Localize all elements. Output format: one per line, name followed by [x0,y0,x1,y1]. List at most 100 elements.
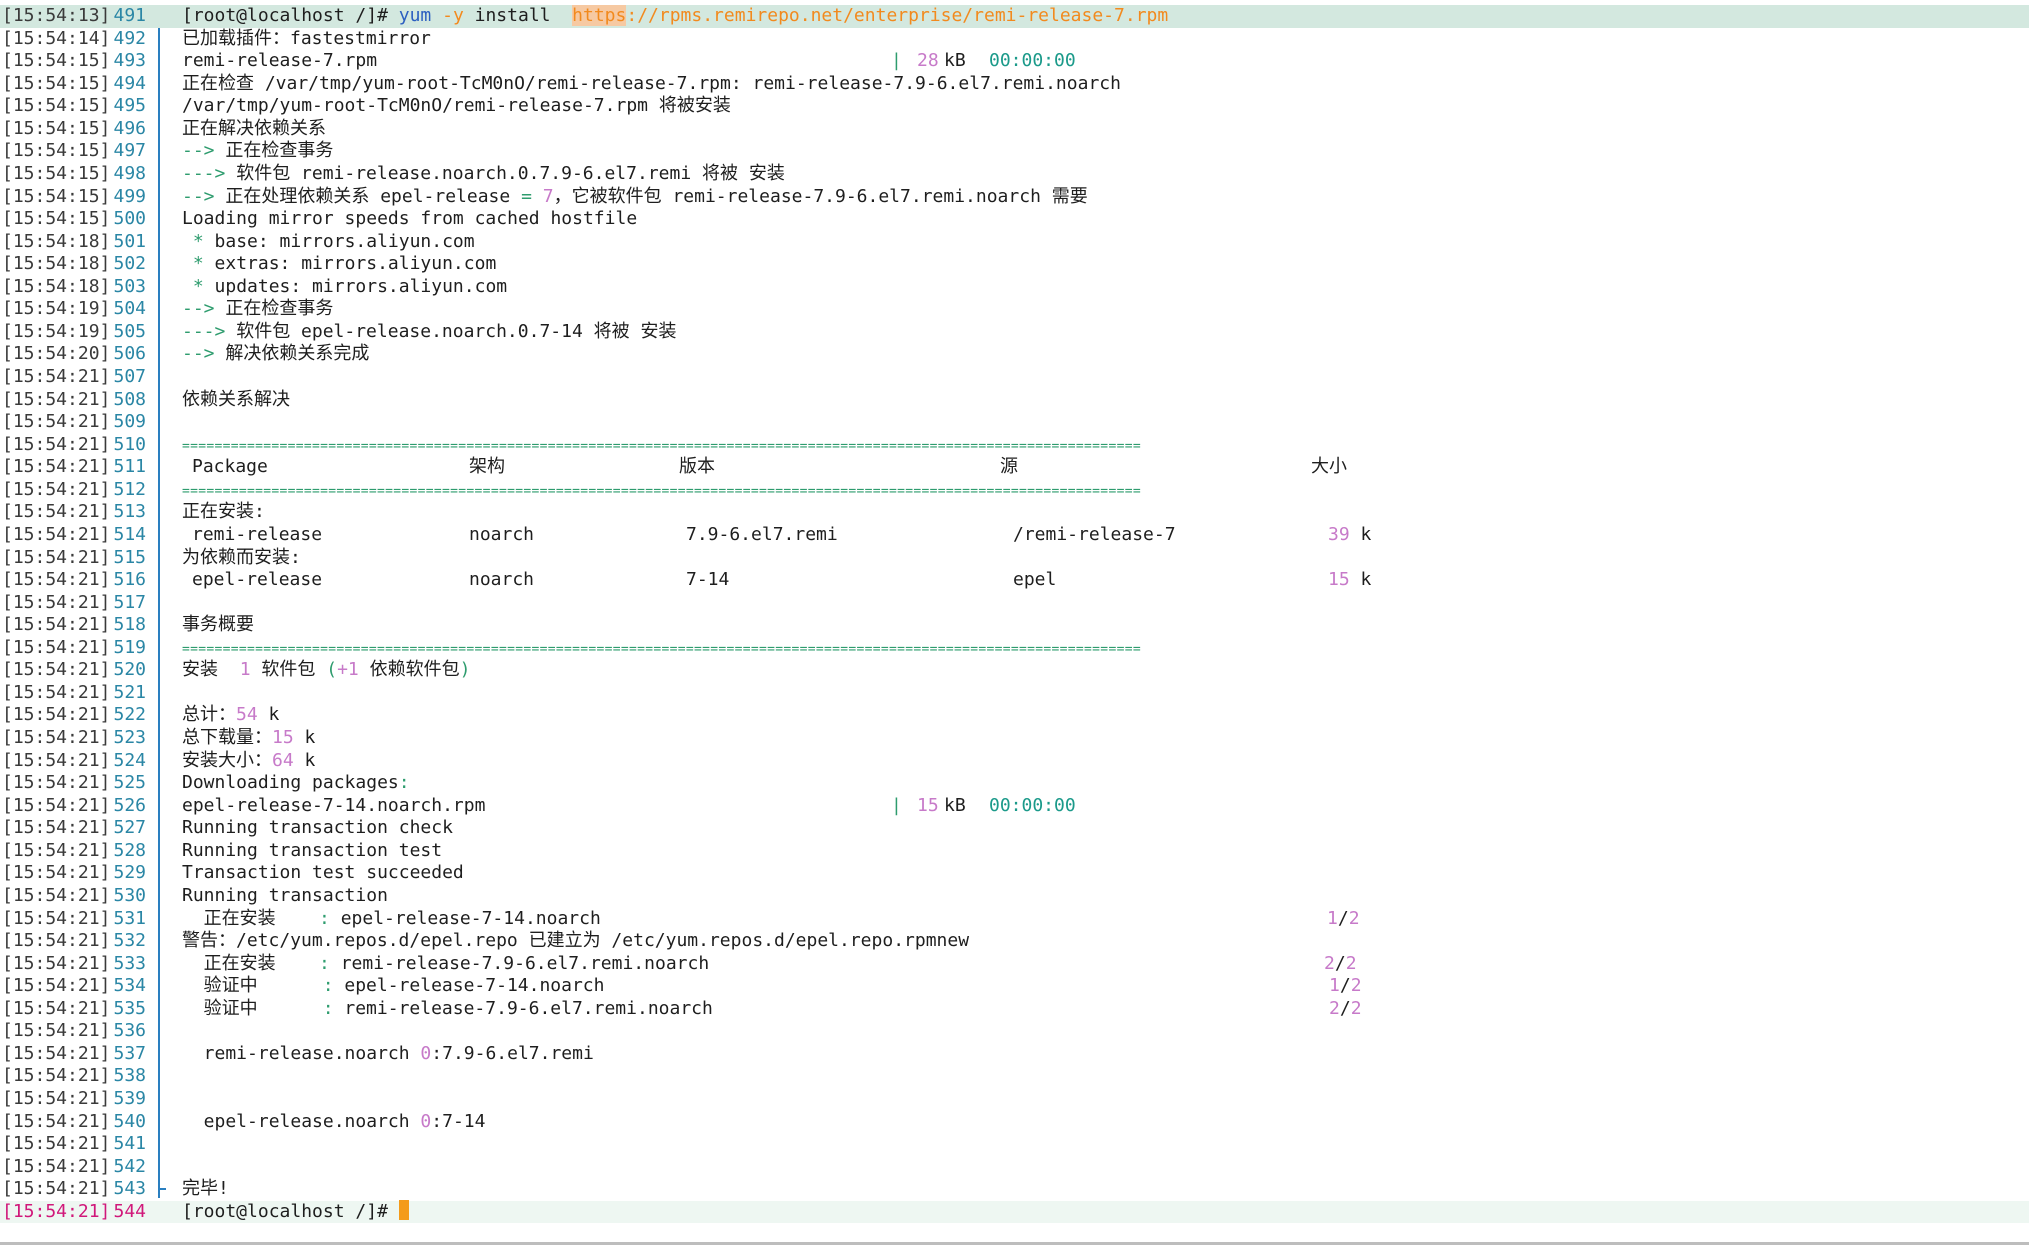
paren: ) [459,659,471,681]
line-text: 正在检查 /var/tmp/yum-root-TcM0nO/remi-relea… [182,72,1121,94]
column-cell: 39 k [1328,524,1371,547]
terminal-line: [15:54:21] 517 [0,592,2029,615]
line-text: 完毕! [182,1178,229,1200]
shell-prompt: [root@localhost /]# [182,5,399,26]
log-text: 解决依赖关系完成 [214,343,370,365]
terminal-cursor[interactable] [398,1200,409,1221]
step-slash: / [1339,975,1351,997]
line-content: --> 正在检查事务 [182,140,333,163]
line-timestamp: [15:54:21] [2,817,111,839]
line-number: 493 [113,50,146,72]
command-flag: -y [442,5,464,26]
terminal-line: [15:54:21] 533 正在安装 : remi-release-7.9-6.… [0,953,2029,976]
line-content: Downloading packages: [182,772,410,795]
size-unit: k [293,727,316,748]
warning-text: 警告：/etc/yum.repos.d/epel.repo 已建立为 /etc/… [182,930,970,952]
log-text: 正在检查事务 [214,298,334,320]
terminal-line: [15:54:13] 491 [root@localhost /]# yum -y … [0,5,2029,28]
arrow-marker: --> [182,140,215,162]
line-number: 491 [113,5,146,26]
package-version: :7.9-6.el7.remi [431,1042,594,1064]
line-content: 警告：/etc/yum.repos.d/epel.repo 已建立为 /etc/… [182,930,969,953]
download-time: 00:00:00 [989,50,1076,72]
terminal-lines: [15:54:13] 491 [root@localhost /]# yum -y … [0,5,2029,1224]
line-timestamp: [15:54:21] [2,1200,111,1222]
bullet-star: * [192,275,204,297]
column-cell: epel [1013,569,1056,592]
line-number: 528 [113,839,146,861]
line-content: 正在安装 : remi-release-7.9-6.el7.remi.noarc… [182,952,1357,976]
line-timestamp: [15:54:21] [2,1020,111,1042]
separator-rule: ========================================… [182,438,1141,454]
line-number: 519 [113,636,146,658]
size-unit: k [293,749,316,771]
download-unit: kB [944,794,966,816]
line-content: 依赖关系解决 [182,389,290,412]
step-slash: / [1339,997,1351,1019]
line-number: 497 [113,140,146,162]
size-unit: k [257,704,280,726]
step-package: remi-release-7.9-6.el7.remi.noarch [333,997,713,1019]
line-number: 538 [113,1065,146,1087]
mirror-text: base: mirrors.aliyun.com [203,230,475,252]
line-timestamp: [15:54:15] [2,117,111,139]
version-number: 7 [542,185,554,207]
column-cell: 1/2 [1329,975,1362,998]
line-content: Running transaction [182,885,388,908]
line-number: 505 [113,320,146,342]
terminal-line: [15:54:21] 529 Transaction test succeeded [0,862,2029,885]
line-number: 495 [113,95,146,117]
line-content: --> 解决依赖关系完成 [182,343,369,366]
line-timestamp: [15:54:21] [2,681,111,703]
step-label: 验证中 [182,975,323,997]
column-cell: remi-release-7.rpm [182,50,377,73]
dependency-package: epel-release.noarch [182,1110,421,1132]
line-timestamp: [15:54:21] [2,388,111,410]
terminal-line: [15:54:21] 536 [0,1020,2029,1043]
line-timestamp: [15:54:20] [2,343,111,365]
line-timestamp: [15:54:15] [2,72,111,94]
column-cell: 架构 [469,456,505,479]
arrow-marker: ---> [182,162,226,184]
line-timestamp: [15:54:21] [2,1110,111,1132]
line-number: 511 [113,456,146,478]
terminal-line: [15:54:15] 497 --> 正在检查事务 [0,140,2029,163]
line-number: 524 [113,749,146,771]
colon: : [319,952,330,974]
line-content: --> 正在处理依赖关系 epel-release = 7，它被软件包 remi… [182,186,1088,209]
line-timestamp: [15:54:21] [2,997,111,1019]
line-timestamp: [15:54:18] [2,253,111,275]
terminal-line: [15:54:15] 494 正在检查 /var/tmp/yum-root-TcM0… [0,73,2029,96]
table-header-repo: 源 [1000,456,1018,478]
column-cell: 1/2 [1327,908,1360,931]
line-timestamp: [15:54:21] [2,501,111,523]
line-timestamp: [15:54:21] [2,727,111,748]
line-timestamp: [15:54:21] [2,366,111,387]
colon: : [322,975,334,997]
table-cell-unit: k [1360,569,1372,591]
line-content: 正在安装 : epel-release-7-14.noarch 1/2 [182,908,1360,931]
column-cell: kB [944,50,966,73]
terminal-line: [15:54:21] 515 为依赖而安装: [0,547,2029,570]
line-content: 安装 1 软件包 (+1 依赖软件包) [182,659,470,682]
line-content: 已加载插件：fastestmirror [182,28,431,51]
step-total: 2 [1350,997,1362,1019]
column-cell: 7.9-6.el7.remi [686,524,838,547]
step-package: epel-release-7-14.noarch [333,975,605,997]
terminal-line: [15:54:21] 507 [0,366,2029,389]
arrow-marker: ---> [182,320,226,342]
log-text: ，它被软件包 remi-release-7.9-6.el7.remi.noarc… [553,185,1088,207]
line-timestamp: [15:54:21] [2,975,111,997]
command-name: yum [398,5,432,26]
line-text: Running transaction [182,884,388,906]
column-cell: epel-release [192,569,322,592]
line-number: 496 [113,117,146,139]
terminal-output[interactable]: [15:54:13] 491 [root@localhost /]# yum -y … [0,5,2029,1224]
arrow-marker: --> [182,298,215,320]
line-content: ---> 软件包 epel-release.noarch.0.7-14 将被 安… [182,321,676,344]
log-text: 正在处理依赖关系 epel-release [214,185,522,207]
terminal-line: [15:54:21] 518 事务概要 [0,614,2029,637]
line-content: * base: mirrors.aliyun.com [182,231,475,254]
line-number: 518 [113,614,146,636]
terminal-line: [15:54:21] 526 epel-release-7-14.noarch.rp… [0,795,2029,818]
